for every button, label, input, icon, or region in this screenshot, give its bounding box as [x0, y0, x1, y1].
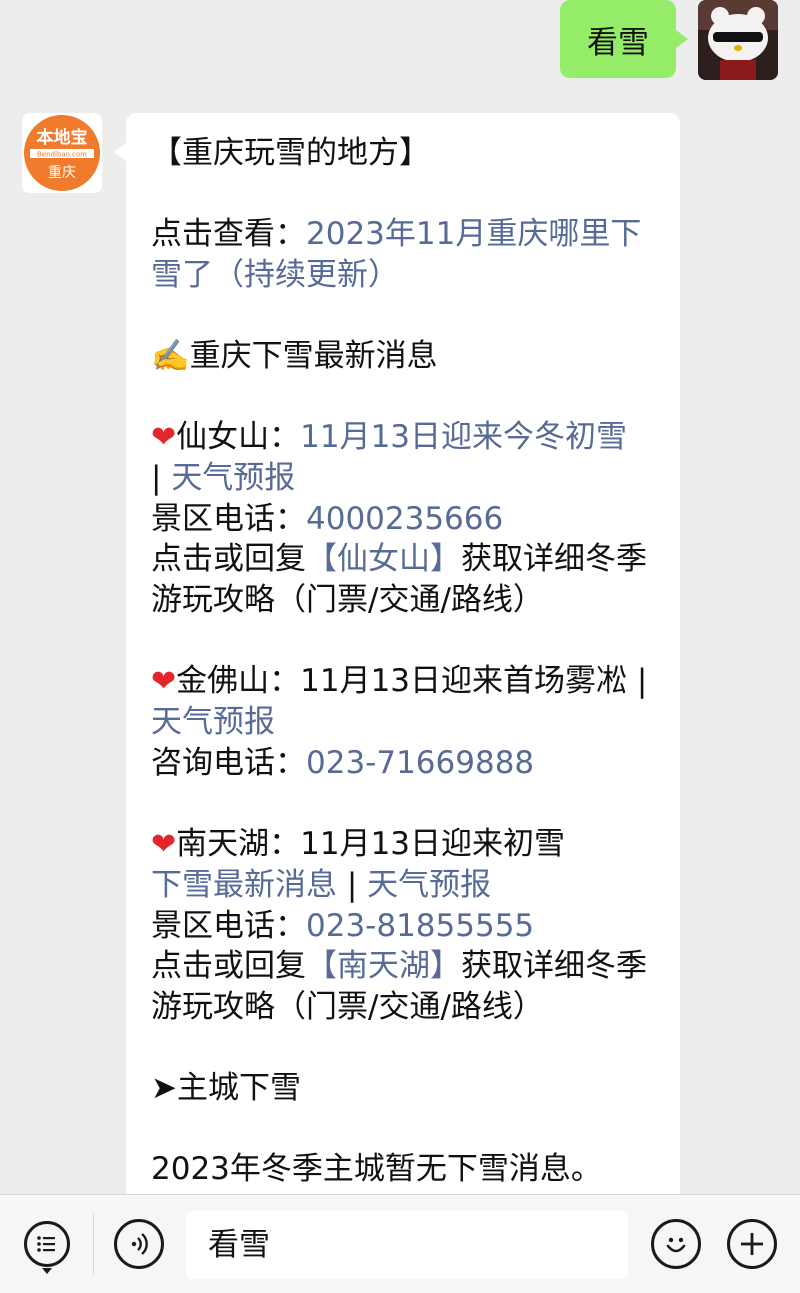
heart-icon: ❤ [151, 419, 177, 455]
outgoing-message-row: 看雪 [560, 0, 778, 80]
nantianhu-reply-link[interactable]: 【南天湖】 [306, 948, 461, 984]
click-view-line: 点击查看：2023年11月重庆哪里下雪了（持续更新） [151, 216, 642, 293]
jinfoshan-phone-line: 咨询电话：023-71669888 [151, 744, 535, 781]
xiannvshan-line: ❤仙女山：11月13日迎来今冬初雪 [151, 418, 628, 455]
xiannvshan-reply-link[interactable]: 【仙女山】 [306, 541, 461, 577]
message-title: 【重庆玩雪的地方】 [151, 135, 430, 171]
voice-icon [131, 1233, 148, 1255]
bendibao-avatar[interactable]: 本地宝 Bendibao.com 重庆 [22, 113, 102, 193]
city-snow-note: 2023年冬季主城暂无下雪消息。 [151, 1150, 602, 1187]
emoji-button[interactable] [651, 1219, 701, 1269]
caret-down-icon [42, 1268, 52, 1274]
jinfoshan-phone-link[interactable]: 023-71669888 [306, 745, 534, 781]
latest-heading: ✍️重庆下雪最新消息 [151, 337, 438, 374]
xiannvshan-reply-line: 点击或回复【仙女山】获取详细冬季游玩攻略（门票/交通/路线） [151, 541, 647, 618]
nantianhu-phone-line: 景区电话：023-81855555 [151, 907, 535, 944]
nantianhu-weather-link[interactable]: 天气预报 [367, 867, 491, 903]
nantianhu-phone-link[interactable]: 023-81855555 [306, 908, 534, 944]
user-avatar[interactable] [698, 0, 778, 80]
more-button[interactable] [727, 1219, 777, 1269]
xiannvshan-weather-line: | 天气预报 [151, 460, 296, 496]
outgoing-message-text: 看雪 [587, 24, 649, 61]
xiannvshan-phone-line: 景区电话：4000235666 [151, 500, 504, 537]
logo-text-domain: Bendibao.com [37, 151, 87, 159]
outgoing-message-bubble[interactable]: 看雪 [560, 0, 688, 78]
divider [93, 1213, 94, 1275]
jinfoshan-weather-link[interactable]: 天气预报 [151, 704, 275, 740]
voice-button[interactable] [114, 1219, 164, 1269]
arrow-icon: ➤ [151, 1069, 177, 1106]
incoming-message-bubble: 【重庆玩雪的地方】 点击查看：2023年11月重庆哪里下雪了（持续更新） ✍️重… [114, 113, 680, 1233]
smiley-icon [666, 1237, 686, 1253]
nantianhu-line: ❤南天湖：11月13日迎来初雪 [151, 825, 566, 862]
writing-hand-icon: ✍️ [151, 337, 190, 374]
xiannvshan-phone-link[interactable]: 4000235666 [306, 501, 503, 537]
list-menu-icon [37, 1236, 55, 1252]
heart-icon: ❤ [151, 826, 177, 862]
city-snow-heading: ➤主城下雪 [151, 1069, 301, 1106]
logo-text-top: 本地宝 [37, 127, 88, 148]
nantianhu-reply-line: 点击或回复【南天湖】获取详细冬季游玩攻略（门票/交通/路线） [151, 948, 647, 1025]
chat-input-bar: 看雪 [0, 1194, 800, 1293]
nantianhu-news-link[interactable]: 下雪最新消息 [151, 867, 337, 903]
heart-icon: ❤ [151, 663, 177, 699]
plus-icon [741, 1233, 763, 1255]
xiannvshan-weather-link[interactable]: 天气预报 [171, 460, 295, 496]
xiannvshan-news-link[interactable]: 11月13日迎来今冬初雪 [300, 419, 627, 455]
jinfoshan-line: ❤金佛山：11月13日迎来首场雾凇 | 天气预报 [151, 662, 648, 741]
nantianhu-links-line: 下雪最新消息 | 天气预报 [151, 867, 492, 903]
menu-button[interactable] [24, 1221, 70, 1267]
message-input[interactable]: 看雪 [186, 1211, 628, 1279]
logo-text-city: 重庆 [48, 165, 76, 181]
